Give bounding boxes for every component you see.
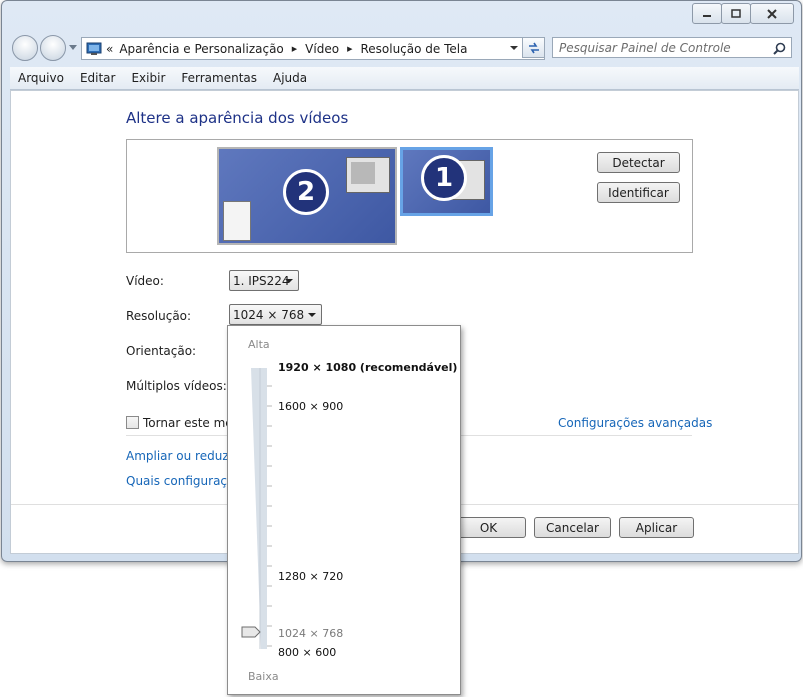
monitor-2-window-preview [346,157,390,193]
high-label: Alta [248,338,270,351]
resolution-label: Resolução: [126,309,192,323]
menu-exibir[interactable]: Exibir [123,71,173,85]
monitor-1[interactable]: 1 [400,147,493,216]
crumb-resolution[interactable]: Resolução de Tela [360,42,467,56]
minimize-icon [703,14,711,17]
apply-button[interactable]: Aplicar [619,517,694,538]
resolution-slider-track[interactable] [243,364,275,654]
menu-arquivo[interactable]: Arquivo [10,71,72,85]
detect-button[interactable]: Detectar [597,152,680,173]
video-select[interactable]: 1. IPS224 [229,270,299,291]
monitor-1-number: 1 [421,155,467,201]
resolution-option-1920[interactable]: 1920 × 1080 (recomendável) [278,361,457,374]
maximize-button[interactable] [721,3,751,24]
multiple-displays-label: Múltiplos vídeos: [126,379,227,393]
monitor-2-number: 2 [283,169,329,215]
search-input[interactable]: Pesquisar Painel de Controle [552,37,792,58]
monitor-2[interactable]: 2 [217,147,397,245]
close-button[interactable] [750,3,794,24]
resolution-option-1024[interactable]: 1024 × 768 [278,627,343,640]
page-title: Altere a aparência dos vídeos [126,109,349,127]
resolution-select-value: 1024 × 768 [233,307,305,322]
identify-button[interactable]: Identificar [597,182,680,203]
crumb-separator-icon[interactable]: ▶ [292,45,297,53]
menu-bar: Arquivo Editar Exibir Ferramentas Ajuda [10,67,799,90]
crumb-separator-icon[interactable]: ▶ [347,45,352,53]
ok-button[interactable]: OK [451,517,526,538]
monitor-arrangement: 2 1 Detectar Identificar [126,139,693,253]
search-placeholder: Pesquisar Painel de Controle [559,40,731,55]
main-display-checkbox[interactable] [126,416,139,429]
enlarge-text-link[interactable]: Ampliar ou reduzir [126,449,237,463]
cancel-button[interactable]: Cancelar [534,517,611,538]
menu-ferramentas[interactable]: Ferramentas [173,71,265,85]
low-label: Baixa [248,670,279,683]
resolution-option-800[interactable]: 800 × 600 [278,646,336,659]
chevron-down-icon [308,313,316,317]
refresh-button[interactable] [522,37,545,58]
resolution-dropdown: Alta Baixa 1920 × 1080 (recomendável) 16… [227,325,461,695]
menu-ajuda[interactable]: Ajuda [265,71,315,85]
control-panel-icon [86,42,102,55]
monitor-2-start-menu-preview [223,201,251,241]
search-icon[interactable] [773,42,786,55]
forward-button[interactable] [40,35,66,61]
refresh-icon [528,42,539,53]
which-settings-link[interactable]: Quais configuraçõe [126,474,242,488]
resolution-slider-thumb[interactable] [241,626,261,638]
address-prefix: « [106,41,114,56]
menu-editar[interactable]: Editar [72,71,124,85]
resolution-select[interactable]: 1024 × 768 [229,304,322,325]
close-icon [767,8,777,19]
address-bar[interactable]: « Aparência e Personalização ▶ Vídeo ▶ R… [81,37,545,60]
video-select-value: 1. IPS224 [233,273,290,288]
back-button[interactable] [12,35,38,61]
main-display-checkbox-label: Tornar este meu [143,416,241,430]
maximize-icon [731,9,741,18]
address-dropdown-icon[interactable] [510,46,518,51]
video-label: Vídeo: [126,274,164,288]
resolution-option-1600[interactable]: 1600 × 900 [278,400,343,413]
resolution-option-1280[interactable]: 1280 × 720 [278,570,343,583]
crumb-display[interactable]: Vídeo [305,42,339,56]
crumb-appearance[interactable]: Aparência e Personalização [119,42,283,56]
orientation-label: Orientação: [126,344,197,358]
chevron-down-icon [285,279,293,283]
recent-pages-dropdown-icon[interactable] [69,45,77,51]
minimize-button[interactable] [692,3,722,24]
advanced-settings-link[interactable]: Configurações avançadas [558,416,712,430]
